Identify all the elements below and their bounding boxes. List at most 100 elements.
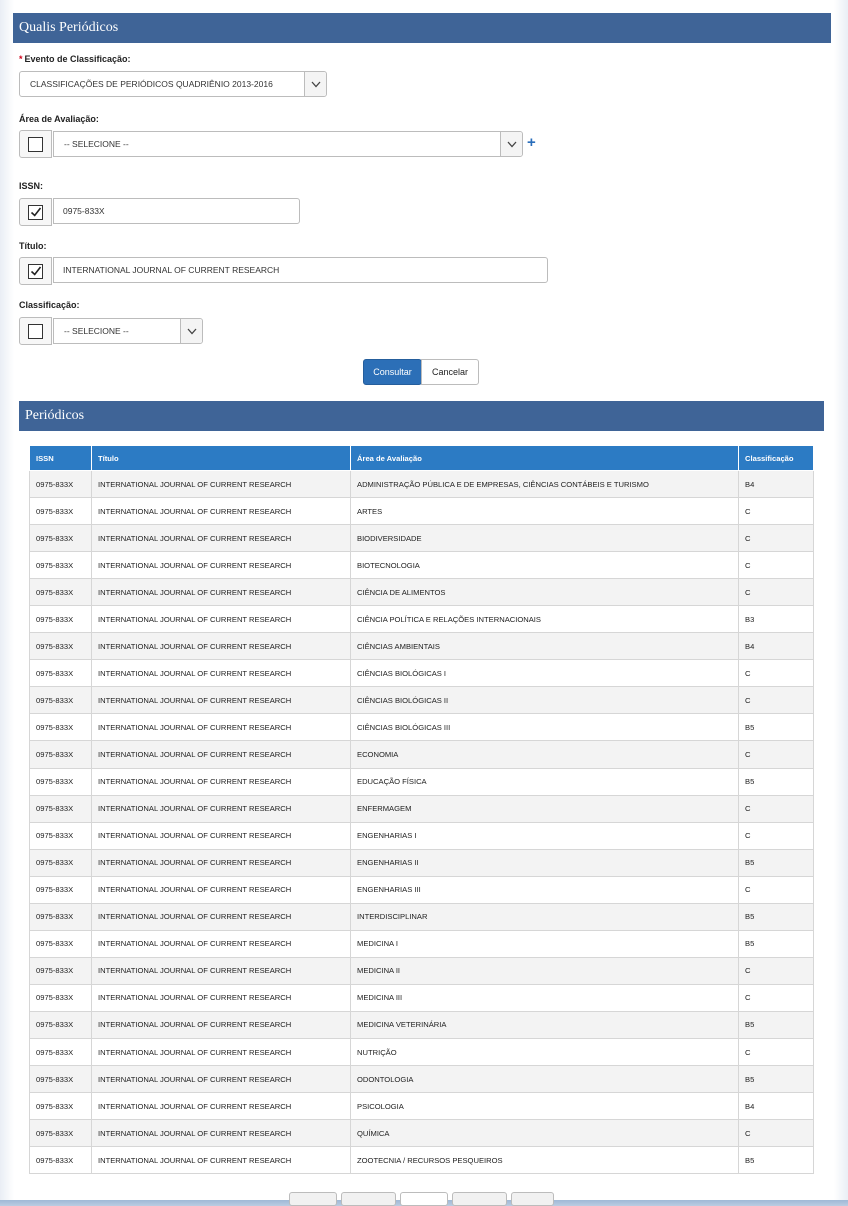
cell-classificacao: B4 [738, 1092, 814, 1121]
cell-area: INTERDISCIPLINAR [350, 902, 739, 931]
cell-area: ENGENHARIAS I [350, 821, 739, 850]
cell-area: ENFERMAGEM [350, 794, 739, 823]
cell-classificacao: C [738, 740, 814, 769]
pager-next-button[interactable] [452, 1192, 507, 1206]
cell-issn: 0975-833X [29, 578, 92, 607]
cell-issn: 0975-833X [29, 875, 92, 904]
classificacao-checkbox[interactable] [19, 317, 52, 345]
cell-area: BIOTECNOLOGIA [350, 551, 739, 580]
issn-checkbox[interactable] [19, 198, 52, 226]
cell-area: CIÊNCIAS BIOLÓGICAS III [350, 713, 739, 742]
checkbox-unchecked-icon [28, 136, 43, 152]
titulo-checkbox[interactable] [19, 257, 52, 285]
cell-titulo: INTERNATIONAL JOURNAL OF CURRENT RESEARC… [91, 794, 351, 823]
cell-titulo: INTERNATIONAL JOURNAL OF CURRENT RESEARC… [91, 713, 351, 742]
cell-area: MEDICINA I [350, 929, 739, 958]
cell-issn: 0975-833X [29, 1065, 92, 1094]
table-row: 0975-833X INTERNATIONAL JOURNAL OF CURREN… [29, 713, 814, 742]
cell-classificacao: C [738, 524, 814, 553]
cell-titulo: INTERNATIONAL JOURNAL OF CURRENT RESEARC… [91, 1146, 351, 1175]
cell-issn: 0975-833X [29, 767, 92, 796]
chevron-down-icon[interactable] [304, 72, 326, 96]
cell-area: ENGENHARIAS II [350, 848, 739, 877]
table-row: 0975-833X INTERNATIONAL JOURNAL OF CURREN… [29, 659, 814, 688]
cell-titulo: INTERNATIONAL JOURNAL OF CURRENT RESEARC… [91, 524, 351, 553]
cell-area: CIÊNCIAS BIOLÓGICAS I [350, 659, 739, 688]
column-header-area[interactable]: Área de Avaliação [350, 445, 739, 471]
cell-classificacao: B5 [738, 929, 814, 958]
area-select[interactable]: -- SELECIONE -- [53, 131, 523, 157]
titulo-label: Título: [19, 241, 47, 251]
cell-titulo: INTERNATIONAL JOURNAL OF CURRENT RESEARC… [91, 929, 351, 958]
cell-titulo: INTERNATIONAL JOURNAL OF CURRENT RESEARC… [91, 605, 351, 634]
cell-titulo: INTERNATIONAL JOURNAL OF CURRENT RESEARC… [91, 767, 351, 796]
chevron-down-icon[interactable] [500, 132, 522, 156]
cell-classificacao: B5 [738, 713, 814, 742]
cell-titulo: INTERNATIONAL JOURNAL OF CURRENT RESEARC… [91, 875, 351, 904]
titulo-input[interactable]: INTERNATIONAL JOURNAL OF CURRENT RESEARC… [53, 257, 548, 283]
classificacao-select[interactable]: -- SELECIONE -- [53, 318, 203, 344]
table-row: 0975-833X INTERNATIONAL JOURNAL OF CURREN… [29, 524, 814, 553]
panel-header: Qualis Periódicos [13, 13, 831, 43]
table-row: 0975-833X INTERNATIONAL JOURNAL OF CURREN… [29, 821, 814, 850]
cell-titulo: INTERNATIONAL JOURNAL OF CURRENT RESEARC… [91, 956, 351, 985]
plus-icon[interactable]: + [527, 135, 536, 150]
pager-page-input[interactable] [400, 1192, 448, 1206]
cell-issn: 0975-833X [29, 632, 92, 661]
table-row: 0975-833X INTERNATIONAL JOURNAL OF CURREN… [29, 632, 814, 661]
table-row: 0975-833X INTERNATIONAL JOURNAL OF CURREN… [29, 740, 814, 769]
cell-area: CIÊNCIAS BIOLÓGICAS II [350, 686, 739, 715]
cell-classificacao: C [738, 578, 814, 607]
cell-classificacao: B5 [738, 1010, 814, 1039]
cell-issn: 0975-833X [29, 1010, 92, 1039]
cell-classificacao: C [738, 794, 814, 823]
cell-issn: 0975-833X [29, 1119, 92, 1148]
cell-titulo: INTERNATIONAL JOURNAL OF CURRENT RESEARC… [91, 578, 351, 607]
cell-area: PSICOLOGIA [350, 1092, 739, 1121]
cell-area: ADMINISTRAÇÃO PÚBLICA E DE EMPRESAS, CIÊ… [350, 469, 739, 499]
cell-area: CIÊNCIAS AMBIENTAIS [350, 632, 739, 661]
cell-area: EDUCAÇÃO FÍSICA [350, 767, 739, 796]
issn-label: ISSN: [19, 181, 44, 191]
pager-first-button[interactable] [289, 1192, 337, 1206]
cell-titulo: INTERNATIONAL JOURNAL OF CURRENT RESEARC… [91, 1010, 351, 1039]
cell-titulo: INTERNATIONAL JOURNAL OF CURRENT RESEARC… [91, 1119, 351, 1148]
table-row: 0975-833X INTERNATIONAL JOURNAL OF CURREN… [29, 767, 814, 796]
area-label: Área de Avaliação: [19, 114, 99, 124]
pager-last-button[interactable] [511, 1192, 554, 1206]
column-header-titulo[interactable]: Título [91, 445, 351, 471]
evento-select-value: CLASSIFICAÇÕES DE PERIÓDICOS QUADRIÊNIO … [30, 79, 273, 89]
cell-area: MEDICINA VETERINÁRIA [350, 1010, 739, 1039]
cell-titulo: INTERNATIONAL JOURNAL OF CURRENT RESEARC… [91, 848, 351, 877]
area-checkbox[interactable] [19, 130, 52, 158]
cell-area: CIÊNCIA POLÍTICA E RELAÇÕES INTERNACIONA… [350, 605, 739, 634]
column-header-classificacao[interactable]: Classificação [738, 445, 814, 471]
table-row: 0975-833X INTERNATIONAL JOURNAL OF CURREN… [29, 875, 814, 904]
consultar-button[interactable]: Consultar [363, 359, 422, 385]
cell-titulo: INTERNATIONAL JOURNAL OF CURRENT RESEARC… [91, 902, 351, 931]
cell-titulo: INTERNATIONAL JOURNAL OF CURRENT RESEARC… [91, 821, 351, 850]
cell-area: ENGENHARIAS III [350, 875, 739, 904]
cell-titulo: INTERNATIONAL JOURNAL OF CURRENT RESEARC… [91, 1092, 351, 1121]
cell-area: MEDICINA III [350, 983, 739, 1012]
cell-issn: 0975-833X [29, 524, 92, 553]
cell-area: QUÍMICA [350, 1119, 739, 1148]
table-row: 0975-833X INTERNATIONAL JOURNAL OF CURREN… [29, 497, 814, 526]
pager-previous-button[interactable] [341, 1192, 396, 1206]
cell-issn: 0975-833X [29, 902, 92, 931]
chevron-down-icon[interactable] [180, 319, 202, 343]
results-title: Periódicos [25, 408, 85, 423]
cancelar-button[interactable]: Cancelar [421, 359, 479, 385]
issn-input[interactable]: 0975-833X [53, 198, 300, 224]
cell-area: MEDICINA II [350, 956, 739, 985]
cell-classificacao: C [738, 983, 814, 1012]
evento-select[interactable]: CLASSIFICAÇÕES DE PERIÓDICOS QUADRIÊNIO … [19, 71, 327, 97]
cell-classificacao: C [738, 551, 814, 580]
checkbox-unchecked-icon [28, 323, 43, 339]
cell-issn: 0975-833X [29, 848, 92, 877]
cell-classificacao: B5 [738, 848, 814, 877]
cell-classificacao: B4 [738, 632, 814, 661]
column-header-issn[interactable]: ISSN [29, 445, 92, 471]
area-select-value: -- SELECIONE -- [64, 139, 129, 149]
cell-classificacao: C [738, 1037, 814, 1067]
